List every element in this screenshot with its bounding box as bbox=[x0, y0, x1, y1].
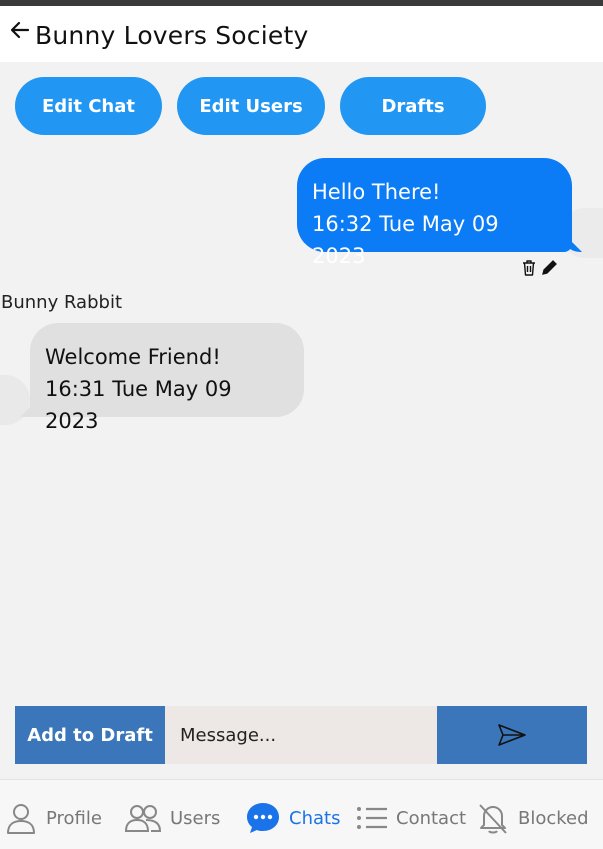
message-text: Welcome Friend! bbox=[45, 345, 221, 369]
edit-chat-button[interactable]: Edit Chat bbox=[15, 77, 162, 135]
incoming-message-bubble: Welcome Friend! 16:31 Tue May 09 2023 bbox=[30, 323, 304, 433]
add-to-draft-button[interactable]: Add to Draft bbox=[15, 706, 165, 764]
nav-item-contact[interactable]: Contact bbox=[356, 798, 466, 838]
nav-label: Users bbox=[170, 807, 221, 829]
message-sender-name: Bunny Rabbit bbox=[1, 292, 122, 313]
nav-item-blocked[interactable]: Blocked bbox=[476, 798, 589, 838]
nav-label: Profile bbox=[46, 807, 102, 829]
pencil-icon[interactable] bbox=[540, 258, 558, 278]
outgoing-message-bubble: Hello There! 16:32 Tue May 09 2023 bbox=[297, 158, 572, 268]
nav-label: Blocked bbox=[518, 807, 589, 829]
back-button[interactable] bbox=[8, 18, 32, 42]
nav-label: Chats bbox=[289, 807, 341, 829]
message-actions bbox=[520, 258, 558, 278]
nav-item-profile[interactable]: Profile bbox=[4, 798, 102, 838]
chat-header: Bunny Lovers Society bbox=[0, 6, 603, 62]
send-icon bbox=[498, 724, 526, 746]
page-title: Bunny Lovers Society bbox=[35, 21, 309, 50]
users-icon bbox=[124, 803, 162, 833]
chat-bubble-icon bbox=[245, 801, 281, 835]
send-button[interactable] bbox=[437, 706, 587, 764]
message-text: Hello There! bbox=[312, 180, 441, 204]
person-icon bbox=[4, 801, 38, 835]
list-icon bbox=[356, 805, 388, 831]
bubble-shadow-left bbox=[0, 375, 30, 425]
nav-item-users[interactable]: Users bbox=[124, 798, 220, 838]
chat-action-buttons: Edit Chat Edit Users Drafts bbox=[15, 77, 486, 135]
nav-item-chats[interactable]: Chats bbox=[245, 798, 340, 838]
arrow-left-icon bbox=[10, 21, 30, 39]
bottom-navigation: Profile Users Chats Contact Blocked bbox=[0, 779, 603, 849]
message-timestamp: 16:31 Tue May 09 2023 bbox=[45, 377, 232, 433]
trash-icon[interactable] bbox=[520, 258, 538, 278]
message-input[interactable] bbox=[165, 706, 437, 764]
edit-users-button[interactable]: Edit Users bbox=[177, 77, 325, 135]
compose-bar: Add to Draft bbox=[15, 706, 587, 764]
bell-off-icon bbox=[476, 801, 510, 835]
nav-label: Contact bbox=[396, 807, 467, 829]
drafts-button[interactable]: Drafts bbox=[340, 77, 486, 135]
